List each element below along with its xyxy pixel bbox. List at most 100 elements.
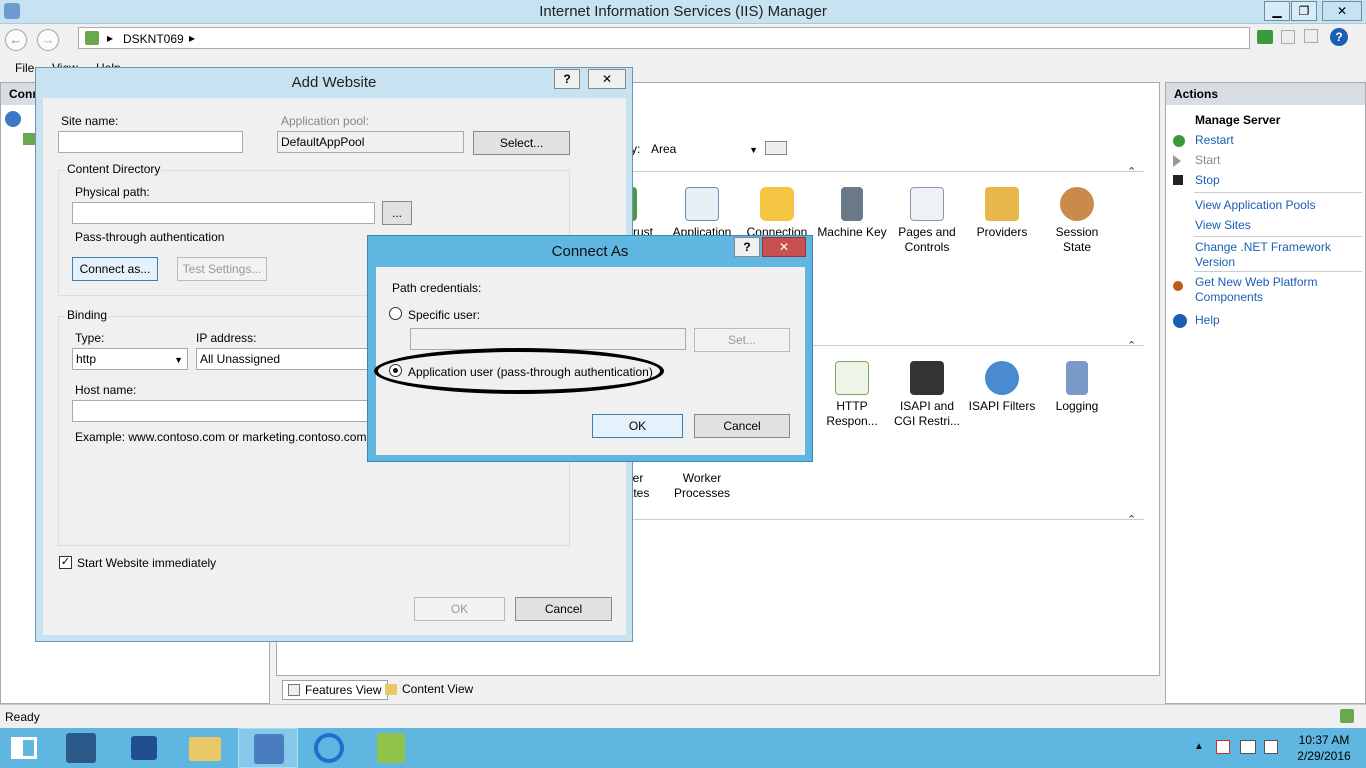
collapse-icon[interactable]: ⌃ — [1127, 165, 1136, 178]
feature-http-response[interactable]: HTTP Respon... — [815, 361, 889, 429]
restart-icon — [1173, 135, 1185, 147]
iis-manager-icon — [254, 734, 284, 764]
site-name-label: Site name: — [61, 114, 119, 128]
feature-connection[interactable]: Connection — [740, 187, 814, 240]
chevron-down-icon: ▼ — [174, 355, 183, 365]
feature-pages-controls[interactable]: Pages and Controls — [890, 187, 964, 255]
refresh-icon[interactable] — [1257, 30, 1273, 44]
specific-user-radio[interactable] — [389, 307, 402, 320]
collapse-icon[interactable]: ⌃ — [1127, 513, 1136, 526]
ip-address-label: IP address: — [196, 331, 257, 345]
notepad-plus-icon — [377, 733, 405, 763]
maximize-button[interactable]: ❐ — [1291, 1, 1317, 21]
physical-path-input[interactable] — [72, 202, 375, 224]
specific-user-input — [410, 328, 686, 350]
start-icon — [1173, 155, 1181, 167]
help-icon[interactable]: ? — [1330, 28, 1348, 46]
taskbar-internet-explorer[interactable] — [300, 728, 360, 768]
group-by-value: Area — [651, 142, 677, 156]
select-app-pool-button[interactable]: Select... — [473, 131, 570, 155]
taskbar-iis-manager[interactable] — [238, 728, 298, 768]
feature-session-state[interactable]: Session State — [1040, 187, 1114, 255]
set-user-button[interactable]: Set... — [694, 328, 790, 352]
tree-server-icon[interactable] — [23, 133, 35, 145]
cancel-button[interactable]: Cancel — [515, 597, 612, 621]
connect-as-help-button[interactable]: ? — [734, 237, 760, 257]
windows-logo-icon — [11, 737, 37, 759]
application-settings-icon — [685, 187, 719, 221]
logging-icon — [1066, 361, 1088, 395]
taskbar-explorer[interactable] — [176, 728, 236, 768]
action-restart[interactable]: Restart — [1195, 133, 1234, 148]
taskbar-server-manager[interactable] — [52, 728, 112, 768]
binding-label: Binding — [65, 308, 110, 322]
feature-machine-key[interactable]: Machine Key — [815, 187, 889, 240]
forward-button[interactable]: → — [37, 29, 59, 51]
action-get-web-platform[interactable]: Get New Web Platform Components — [1195, 275, 1355, 305]
action-change-net[interactable]: Change .NET Framework Version — [1195, 240, 1355, 270]
action-start[interactable]: Start — [1195, 153, 1220, 168]
menu-file[interactable]: File — [15, 61, 34, 75]
action-view-app-pools[interactable]: View Application Pools — [1195, 198, 1316, 213]
separator — [1194, 236, 1362, 237]
action-stop[interactable]: Stop — [1195, 173, 1220, 188]
folder-icon — [189, 737, 221, 761]
collapse-icon[interactable]: ⌃ — [1127, 339, 1136, 352]
dialog-close-button[interactable]: ✕ — [588, 69, 626, 89]
taskbar-notepad-plus[interactable] — [362, 728, 422, 768]
clock-time: 10:37 AM — [1298, 733, 1350, 747]
show-hidden-icons[interactable]: ▲ — [1194, 741, 1204, 752]
home-icon[interactable] — [1304, 29, 1318, 43]
type-select[interactable]: http ▼ — [72, 348, 188, 370]
flag-icon[interactable] — [1216, 740, 1230, 754]
network-status-icon — [1340, 709, 1354, 723]
network-icon[interactable] — [1240, 740, 1256, 754]
specific-user-label: Specific user: — [408, 308, 481, 322]
view-tabs: Features View Content View — [276, 678, 1160, 702]
dialog-help-button[interactable]: ? — [554, 69, 580, 89]
address-bar[interactable]: ▸ DSKNT069 ▸ — [78, 27, 1250, 49]
connect-as-button[interactable]: Connect as... — [72, 257, 158, 281]
path-credentials-label: Path credentials: — [392, 281, 482, 295]
group-by-dropdown[interactable]: Area ▼ — [647, 139, 762, 159]
web-platform-icon — [1173, 281, 1183, 291]
action-view-sites[interactable]: View Sites — [1195, 218, 1251, 233]
feature-worker-processes[interactable]: Worker Processes — [665, 471, 739, 501]
action-help[interactable]: Help — [1195, 313, 1220, 328]
physical-path-label: Physical path: — [75, 185, 150, 199]
type-value: http — [76, 352, 97, 366]
connect-as-ok-button[interactable]: OK — [592, 414, 683, 438]
view-mode-icon[interactable] — [765, 141, 787, 155]
back-button[interactable]: ← — [5, 29, 27, 51]
site-name-input[interactable] — [58, 131, 243, 153]
taskbar-powershell[interactable] — [114, 728, 174, 768]
tab-content-view[interactable]: Content View — [380, 680, 479, 700]
feature-providers[interactable]: Providers — [965, 187, 1039, 240]
minimize-button[interactable]: ▁ — [1264, 1, 1290, 21]
host-name-input[interactable] — [72, 400, 372, 422]
separator — [1194, 271, 1362, 272]
feature-isapi-filters[interactable]: ISAPI Filters — [965, 361, 1039, 414]
start-immediately-checkbox[interactable]: ✓ — [59, 556, 72, 569]
connect-as-close-button[interactable]: ✕ — [762, 237, 806, 257]
start-button[interactable] — [0, 728, 50, 768]
test-settings-button[interactable]: Test Settings... — [177, 257, 267, 281]
clock[interactable]: 10:37 AM 2/29/2016 — [1288, 732, 1360, 764]
close-button[interactable]: ✕ — [1322, 1, 1362, 21]
stop-icon[interactable] — [1281, 30, 1295, 44]
features-view-icon — [288, 684, 300, 696]
internet-explorer-icon — [314, 733, 344, 763]
type-label: Type: — [75, 331, 105, 345]
connect-as-cancel-button[interactable]: Cancel — [694, 414, 790, 438]
feature-application[interactable]: Application — [665, 187, 739, 240]
ip-address-select[interactable]: All Unassigned — [196, 348, 376, 370]
connect-icon[interactable] — [5, 111, 21, 127]
feature-isapi-cgi[interactable]: ISAPI and CGI Restri... — [890, 361, 964, 429]
feature-logging[interactable]: Logging — [1040, 361, 1114, 414]
session-state-icon — [1060, 187, 1094, 221]
highlight-ellipse — [374, 348, 664, 394]
tab-features-view[interactable]: Features View — [282, 680, 389, 700]
browse-button[interactable]: ... — [382, 201, 412, 225]
volume-icon[interactable] — [1264, 740, 1278, 754]
ok-button[interactable]: OK — [414, 597, 505, 621]
